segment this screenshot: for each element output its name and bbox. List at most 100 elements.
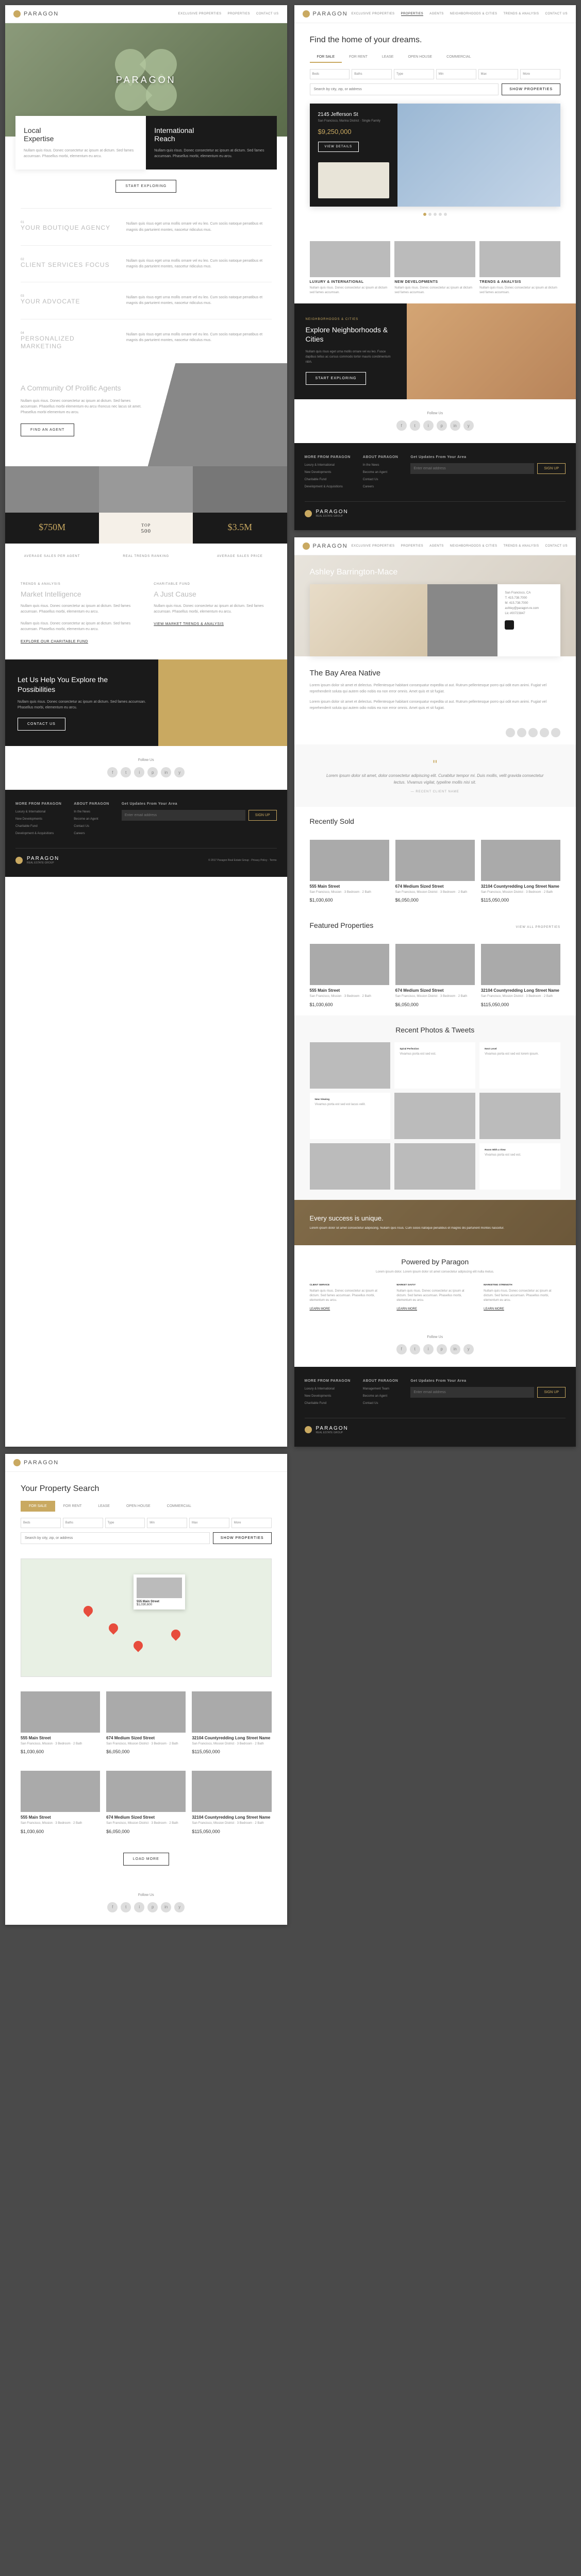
instagram-icon[interactable]: i: [134, 767, 144, 777]
email-input[interactable]: [122, 810, 245, 821]
start-exploring-button[interactable]: START EXPLORING: [115, 180, 176, 193]
tab-commercial[interactable]: COMMERCIAL: [159, 1501, 200, 1512]
contact-icon[interactable]: [505, 620, 514, 630]
map[interactable]: 555 Main Street $1,030,600: [21, 1558, 272, 1677]
page-title: Find the home of your dreams.: [310, 36, 561, 45]
load-more-button[interactable]: LOAD MORE: [123, 1853, 169, 1866]
email-input[interactable]: [410, 463, 534, 474]
map-pin-icon[interactable]: [107, 1622, 120, 1635]
tweet[interactable]: Room With a ViewVivamus porta est sed es…: [479, 1143, 560, 1190]
category-card[interactable]: LUXURY & INTERNATIONALNullam quis risus.…: [310, 241, 391, 295]
tweet[interactable]: New ViewingVivamus porta est sed est lac…: [310, 1093, 391, 1139]
featured-property: 2145 Jefferson St San Francisco, Marina …: [310, 104, 561, 207]
logo[interactable]: PARAGON: [303, 543, 348, 550]
tweet[interactable]: Spiral PerfectionVivamus porta est sed e…: [394, 1042, 475, 1089]
facebook-icon[interactable]: f: [107, 767, 118, 777]
photo[interactable]: [310, 1042, 391, 1089]
email-input[interactable]: [410, 1387, 534, 1398]
property-card[interactable]: 32104 Countyredding Long Street NameSan …: [192, 1771, 271, 1834]
filter-baths[interactable]: Baths: [352, 69, 392, 79]
filter-type[interactable]: Type: [394, 69, 434, 79]
filter-beds[interactable]: Beds: [310, 69, 350, 79]
link[interactable]: EXPLORE OUR CHARITABLE FUND: [21, 640, 88, 643]
filter-min[interactable]: Min: [436, 69, 476, 79]
twitter-icon[interactable]: t: [121, 767, 131, 777]
search-input[interactable]: [310, 83, 499, 95]
filter[interactable]: Type: [105, 1518, 145, 1528]
tab-openhouse[interactable]: OPEN HOUSE: [401, 52, 439, 63]
map-pin-icon[interactable]: [169, 1628, 182, 1640]
filter[interactable]: Baths: [63, 1518, 103, 1528]
search-button[interactable]: SHOW PROPERTIES: [213, 1532, 272, 1544]
filter[interactable]: More: [231, 1518, 272, 1528]
nav-item[interactable]: PROPERTIES: [401, 12, 424, 16]
view-details-button[interactable]: VIEW DETAILS: [318, 142, 359, 152]
nav-item[interactable]: CONTACT US: [545, 12, 568, 16]
nav-item[interactable]: EXCLUSIVE PROPERTIES: [178, 12, 222, 15]
property-card[interactable]: 32104 Countyredding Long Street NameSan …: [481, 840, 560, 903]
logo[interactable]: PARAGON: [13, 1459, 59, 1466]
explore-image: [407, 303, 576, 399]
pinterest-icon[interactable]: p: [147, 767, 158, 777]
property-card[interactable]: 32104 Countyredding Long Street NameSan …: [192, 1691, 271, 1754]
photo[interactable]: [394, 1093, 475, 1139]
contact-button[interactable]: CONTACT US: [18, 718, 65, 731]
nav-item[interactable]: TRENDS & ANALYSIS: [503, 12, 539, 16]
tab-lease[interactable]: LEASE: [90, 1501, 118, 1512]
filter[interactable]: Min: [147, 1518, 187, 1528]
logo[interactable]: PARAGON: [13, 10, 59, 18]
search-button[interactable]: SHOW PROPERTIES: [502, 83, 560, 95]
filter-more[interactable]: More: [520, 69, 560, 79]
filter[interactable]: Max: [189, 1518, 229, 1528]
tab-lease[interactable]: LEASE: [375, 52, 401, 63]
tweet[interactable]: Next LevelVivamus porta est sed est lore…: [479, 1042, 560, 1089]
view-all-link[interactable]: VIEW ALL PROPERTIES: [516, 926, 560, 929]
tab-forsale[interactable]: FOR SALE: [21, 1501, 55, 1512]
tab-forrent[interactable]: FOR RENT: [55, 1501, 90, 1512]
interior-image: [310, 584, 428, 656]
tab-commercial[interactable]: COMMERCIAL: [439, 52, 478, 63]
start-exploring-button[interactable]: START EXPLORING: [306, 372, 367, 385]
property-card[interactable]: 32104 Countyredding Long Street NameSan …: [481, 944, 560, 1007]
nav-item[interactable]: EXCLUSIVE PROPERTIES: [352, 12, 395, 16]
property-card[interactable]: 674 Medium Sized StreetSan Francisco, Mi…: [106, 1771, 186, 1834]
tab-openhouse[interactable]: OPEN HOUSE: [118, 1501, 159, 1512]
signup-button[interactable]: SIGN UP: [537, 1387, 566, 1398]
property-card[interactable]: 555 Main StreetSan Francisco, Mission · …: [310, 840, 389, 903]
agent-name: Ashley Barrington-Mace: [310, 568, 561, 577]
nav-item[interactable]: PROPERTIES: [227, 12, 250, 15]
search-input[interactable]: [21, 1532, 210, 1544]
signup-button[interactable]: SIGN UP: [537, 463, 566, 474]
property-card[interactable]: 674 Medium Sized StreetSan Francisco, Mi…: [106, 1691, 186, 1754]
property-card[interactable]: 555 Main StreetSan Francisco, Mission · …: [21, 1691, 100, 1754]
photo[interactable]: [394, 1143, 475, 1190]
tab-forsale[interactable]: FOR SALE: [310, 52, 342, 63]
carousel-dots[interactable]: [310, 207, 561, 223]
youtube-icon[interactable]: y: [174, 767, 185, 777]
photo[interactable]: [479, 1093, 560, 1139]
mini-map[interactable]: [318, 162, 389, 198]
linkedin-icon[interactable]: in: [161, 767, 171, 777]
property-card[interactable]: 674 Medium Sized StreetSan Francisco, Mi…: [395, 840, 475, 903]
col-market: TRENDS & ANALYSISMarket Intelligence Nul…: [21, 583, 138, 645]
signup-button[interactable]: SIGN UP: [248, 810, 277, 821]
category-card[interactable]: NEW DEVELOPMENTSNullam quis risus. Donec…: [394, 241, 475, 295]
map-pin-icon[interactable]: [131, 1639, 144, 1652]
map-popup[interactable]: 555 Main Street $1,030,600: [134, 1574, 185, 1609]
photo[interactable]: [310, 1143, 391, 1190]
logo[interactable]: PARAGON: [303, 10, 348, 18]
nav-item[interactable]: AGENTS: [429, 12, 444, 16]
filter[interactable]: Beds: [21, 1518, 61, 1528]
link[interactable]: VIEW MARKET TRENDS & ANALYSIS: [154, 622, 224, 626]
nav-item[interactable]: NEIGHBORHOODS & CITIES: [450, 12, 497, 16]
find-agent-button[interactable]: FIND AN AGENT: [21, 423, 74, 436]
map-pin-icon[interactable]: [81, 1604, 94, 1617]
category-card[interactable]: TRENDS & ANALYSISNullam quis risus. Done…: [479, 241, 560, 295]
nav-item[interactable]: CONTACT US: [256, 12, 278, 15]
property-card[interactable]: 555 Main StreetSan Francisco, Mission · …: [310, 944, 389, 1007]
filter-max[interactable]: Max: [478, 69, 519, 79]
property-card[interactable]: 674 Medium Sized StreetSan Francisco, Mi…: [395, 944, 475, 1007]
property-card[interactable]: 555 Main StreetSan Francisco, Mission · …: [21, 1771, 100, 1834]
quote-icon: ": [320, 758, 551, 772]
tab-forrent[interactable]: FOR RENT: [342, 52, 375, 63]
